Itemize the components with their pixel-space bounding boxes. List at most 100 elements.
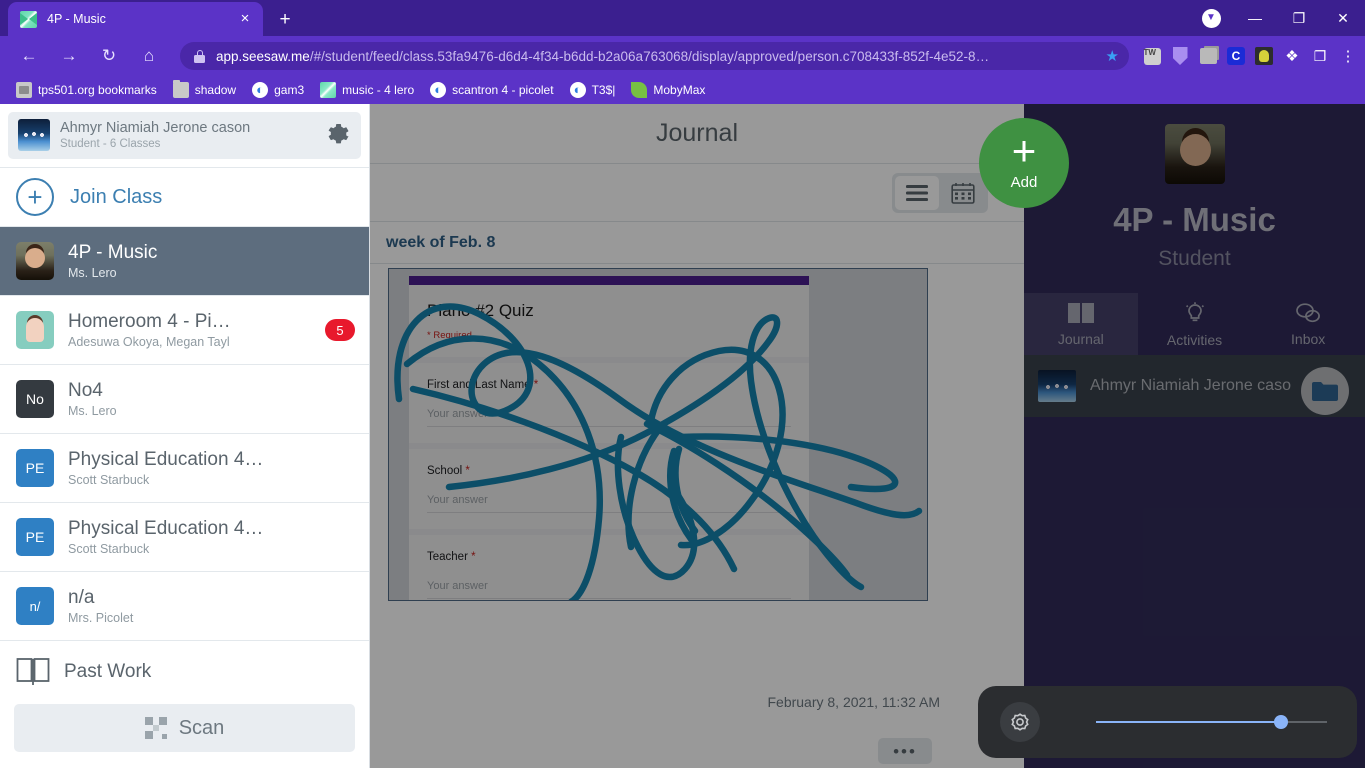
add-button[interactable]: + Add: [979, 118, 1069, 208]
back-icon[interactable]: ←: [12, 39, 46, 73]
post-media[interactable]: Piano #2 Quiz * Required First and Last …: [388, 268, 928, 601]
clever-extension-icon[interactable]: C: [1223, 43, 1249, 69]
class-name: Physical Education 4…: [68, 449, 264, 471]
sidebar-item-class-no4[interactable]: No No4 Ms. Lero: [0, 365, 369, 435]
avatar: No: [16, 380, 54, 419]
maximize-button[interactable]: ❐: [1277, 0, 1321, 36]
sidebar-item-past-work[interactable]: Past Work: [0, 641, 369, 692]
bookmark-item[interactable]: ◐ gam3: [244, 79, 312, 101]
avatar: n/: [16, 587, 54, 626]
list-view-icon[interactable]: [895, 175, 939, 210]
tab-journal-label: Journal: [1057, 330, 1104, 347]
class-name: 4P - Music: [1113, 201, 1276, 238]
book-icon: [16, 657, 50, 687]
join-class-button[interactable]: + Join Class: [0, 166, 369, 228]
class-name: Physical Education 4…: [68, 518, 264, 540]
tab-title: 4P - Music: [47, 12, 106, 26]
class-teachers: Scott Starbuck: [68, 473, 150, 488]
bookmark-item[interactable]: ◐ scantron 4 - picolet: [422, 79, 561, 101]
tab-journal[interactable]: Journal: [1024, 293, 1138, 355]
brightness-icon[interactable]: [1000, 702, 1040, 742]
folder-icon[interactable]: [1301, 367, 1349, 415]
post-timestamp: February 8, 2021, 11:32 AM: [767, 694, 940, 710]
profile-text: Ahmyr Niamiah Jerone cason Student - 6 C…: [60, 120, 327, 150]
browser-tab[interactable]: 4P - Music ×: [8, 2, 263, 36]
class-text: n/a Mrs. Picolet: [68, 587, 355, 625]
lock-icon: [194, 49, 205, 63]
reload-icon[interactable]: ↻: [92, 39, 126, 73]
gear-icon[interactable]: [327, 123, 351, 147]
address-bar[interactable]: app.seesaw.me/#/student/feed/class.53fa9…: [180, 42, 1129, 70]
post-more-options-button[interactable]: •••: [878, 738, 932, 764]
close-window-button[interactable]: ✕: [1321, 0, 1365, 36]
class-header: 4P - Music Student: [1024, 104, 1365, 271]
seesaw-favicon-icon: [20, 10, 37, 28]
character-extension-icon[interactable]: [1251, 43, 1277, 69]
seesaw-icon: [320, 82, 337, 98]
sidebar-item-class-na[interactable]: n/ n/a Mrs. Picolet: [0, 572, 369, 642]
bookmark-label: MobyMax: [653, 83, 706, 97]
sidebar-item-class-pe-2[interactable]: PE Physical Education 4… Scott Starbuck: [0, 503, 369, 573]
forward-icon[interactable]: →: [52, 39, 86, 73]
class-tabs: Journal Activities Inbox: [1024, 293, 1365, 355]
bookmark-label: scantron 4 - picolet: [452, 83, 554, 97]
plus-icon: +: [16, 178, 54, 217]
slider-fill: [1096, 721, 1281, 723]
add-button-label: Add: [1010, 173, 1038, 191]
class-text: 4P - Music Ms. Lero: [68, 242, 355, 280]
chrome-menu-icon[interactable]: ⋮: [1335, 43, 1361, 69]
bookmark-item[interactable]: music - 4 lero: [312, 79, 422, 101]
scan-button[interactable]: Scan: [14, 704, 355, 752]
bookmark-item[interactable]: shadow: [165, 79, 244, 101]
stack-extension-icon[interactable]: [1195, 43, 1221, 69]
home-icon[interactable]: ⌂: [132, 39, 166, 73]
avatar: [16, 242, 54, 281]
brightness-slider-tray[interactable]: [978, 686, 1357, 758]
sidebar-item-class-homeroom-4[interactable]: Homeroom 4 - Pi… Adesuwa Okoya, Megan Ta…: [0, 296, 369, 366]
class-teachers: Ms. Lero: [68, 404, 117, 419]
bookmark-item[interactable]: MobyMax: [623, 79, 713, 101]
week-bar: week of Feb. 8: [370, 222, 1024, 264]
avatar: [16, 311, 54, 350]
new-tab-button[interactable]: +: [272, 7, 298, 33]
journal-main: Journal week of Feb. 8 Piano #2 Quiz * R…: [370, 104, 1024, 768]
globe-icon: ◐: [569, 82, 586, 98]
puzzle-extensions-icon[interactable]: ❖: [1279, 43, 1305, 69]
tab-activities[interactable]: Activities: [1138, 293, 1252, 355]
bookmark-star-icon[interactable]: ★: [1106, 47, 1119, 65]
journal-toolbar: [370, 164, 1024, 222]
class-name: No4: [68, 380, 103, 402]
slider-thumb[interactable]: [1273, 715, 1288, 729]
class-text: Homeroom 4 - Pi… Adesuwa Okoya, Megan Ta…: [68, 311, 325, 349]
view-toggle: [892, 172, 988, 213]
class-teachers: Mrs. Picolet: [68, 611, 134, 626]
scan-label: Scan: [178, 716, 225, 739]
list-item[interactable]: Ahmyr Niamiah Jerone caso: [1024, 355, 1365, 417]
brightness-slider[interactable]: [1096, 712, 1327, 732]
page-title: Journal: [656, 119, 738, 147]
globe-icon: ◐: [430, 82, 447, 98]
class-teachers: Adesuwa Okoya, Megan Tayl: [68, 335, 230, 350]
class-text: No4 Ms. Lero: [68, 380, 355, 418]
downloads-icon[interactable]: ▼: [1189, 0, 1233, 36]
bookmark-label: shadow: [194, 83, 237, 97]
browser-toolbar: ← → ↻ ⌂ app.seesaw.me/#/student/feed/cla…: [0, 36, 1365, 76]
close-tab-icon[interactable]: ×: [235, 9, 255, 29]
tab-inbox[interactable]: Inbox: [1251, 293, 1365, 355]
cast-icon[interactable]: ❐: [1307, 43, 1333, 69]
avatar: PE: [16, 449, 54, 488]
bookmark-item[interactable]: tps501.org bookmarks: [8, 79, 165, 101]
shield-extension-icon[interactable]: [1167, 43, 1193, 69]
sidebar-item-class-pe-1[interactable]: PE Physical Education 4… Scott Starbuck: [0, 434, 369, 504]
avatar: PE: [16, 518, 54, 557]
calendar-view-icon[interactable]: [941, 176, 985, 210]
class-text: Physical Education 4… Scott Starbuck: [68, 518, 355, 556]
profile-card[interactable]: Ahmyr Niamiah Jerone cason Student - 6 C…: [8, 112, 361, 159]
bookmark-item[interactable]: ◐ T3$|: [562, 79, 624, 101]
folder-icon: [16, 82, 32, 98]
sidebar-item-class-4p-music[interactable]: 4P - Music Ms. Lero: [0, 227, 369, 297]
tw-extension-icon[interactable]: TW: [1139, 43, 1165, 69]
minimize-button[interactable]: —: [1233, 0, 1277, 36]
tab-activities-label: Activities: [1166, 331, 1223, 348]
bookmark-label: music - 4 lero: [342, 83, 415, 97]
